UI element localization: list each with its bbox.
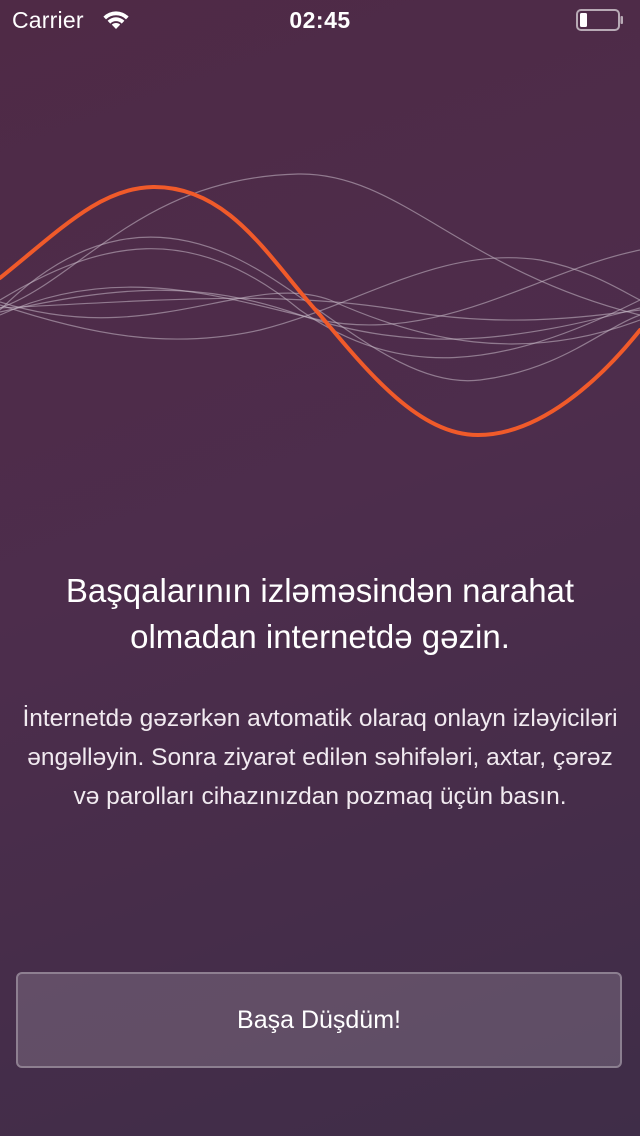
battery-icon (576, 9, 623, 31)
status-bar: Carrier 02:45 (0, 0, 640, 40)
got-it-button[interactable]: Başa Düşdüm! (16, 972, 622, 1068)
onboarding-headline: Başqalarının izləməsindən narahat olmada… (65, 572, 575, 655)
sound-wave-illustration (0, 173, 640, 438)
clock: 02:45 (289, 7, 351, 33)
onboarding-description: İnternetdə gəzərkən avtomatik olaraq onl… (22, 705, 618, 810)
